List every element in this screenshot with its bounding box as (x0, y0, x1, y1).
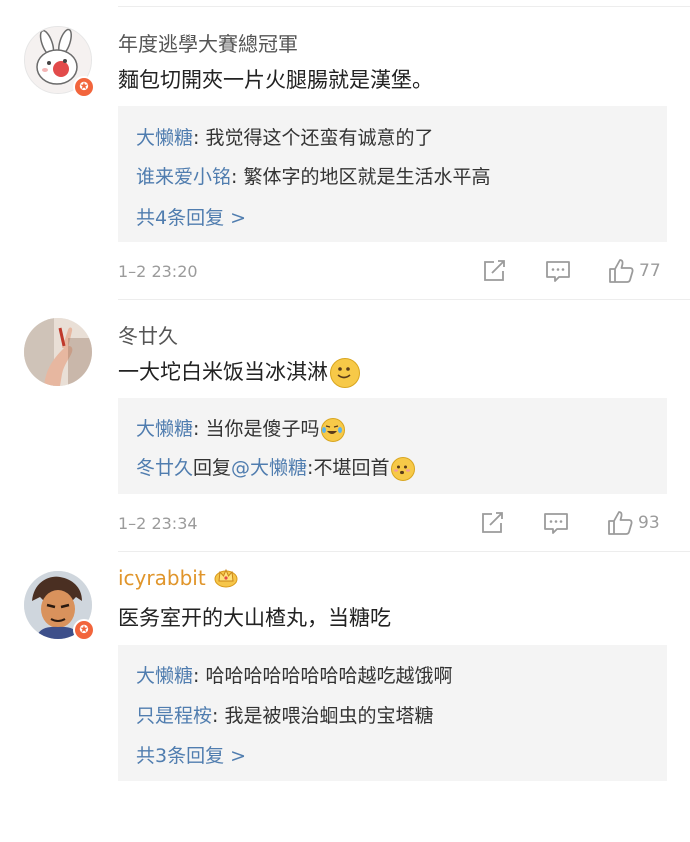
reply-text: : 繁体字的地区就是生活水平高 (231, 166, 491, 188)
comment-button[interactable] (543, 511, 569, 535)
hand-photo-avatar-icon (24, 318, 92, 386)
laugh-cry-emoji-icon (321, 417, 346, 442)
reply-username[interactable]: 谁来爱小铭 (136, 166, 231, 188)
reply-line: 只是程桉: 我是被喂治蛔虫的宝塔糖 (136, 701, 433, 728)
reply-line: 大懒糖: 当你是傻子吗 (136, 414, 346, 442)
username[interactable]: 冬廿久 (118, 320, 178, 349)
reply-line: 冬廿久回复@大懒糖:不堪回首 (136, 453, 416, 481)
reply-box[interactable]: 大懒糖: 当你是傻子吗 冬廿久回复@大懒糖:不堪回首 (118, 398, 667, 494)
share-button[interactable] (480, 511, 506, 535)
comment-text: 医务室开的大山楂丸，当糖吃 (118, 606, 391, 630)
more-replies-link[interactable]: 共3条回复 > (136, 741, 246, 768)
username[interactable]: icyrabbit (118, 566, 238, 590)
comment-button[interactable] (545, 259, 571, 283)
reply-text: : 我是被喂治蛔虫的宝塔糖 (212, 705, 434, 727)
username-text: icyrabbit (118, 566, 206, 590)
reply-username[interactable]: 大懒糖 (136, 127, 193, 149)
share-button[interactable] (482, 259, 508, 283)
smile-emoji-icon (330, 358, 360, 388)
comment-item: ✪ icyrabbit 医务室开的大山楂丸，当糖吃 大懒糖: 哈哈哈哈哈哈哈哈越… (0, 552, 690, 842)
comment-item: ✪ 年度逃學大賽總冠軍 麵包切開夾一片火腿腸就是漢堡。 大懒糖: 我觉得这个还蛮… (0, 0, 690, 300)
verified-badge-icon: ✪ (73, 619, 95, 641)
share-icon (484, 260, 505, 281)
reply-username[interactable]: 大懒糖 (136, 418, 193, 440)
share-icon (482, 512, 503, 533)
comment-item: 冬廿久 一大坨白米饭当冰淇淋 大懒糖: 当你是傻子吗 冬廿久回复@大懒糖:不堪回… (0, 300, 690, 552)
username[interactable]: 年度逃學大賽總冠軍 (118, 28, 298, 57)
like-icon (609, 259, 634, 283)
reply-line: 大懒糖: 我觉得这个还蛮有诚意的了 (136, 123, 433, 150)
timestamp: 1–2 23:34 (118, 514, 198, 533)
reply-text: : 哈哈哈哈哈哈哈哈越吃越饿啊 (193, 665, 453, 687)
avatar[interactable] (24, 318, 92, 386)
reply-username[interactable]: 只是程桉 (136, 705, 212, 727)
comment-text: 一大坨白米饭当冰淇淋 (118, 356, 360, 388)
comment-text: 麵包切開夾一片火腿腸就是漢堡。 (118, 68, 433, 92)
comment-text-content: 一大坨白米饭当冰淇淋 (118, 360, 328, 384)
comment-icon (546, 261, 570, 282)
like-button[interactable]: 77 (607, 257, 661, 285)
comment-icon (544, 513, 568, 534)
like-count: 77 (639, 261, 661, 281)
reply-box[interactable]: 大懒糖: 哈哈哈哈哈哈哈哈越吃越饿啊 只是程桉: 我是被喂治蛔虫的宝塔糖 共3条… (118, 645, 667, 781)
timestamp: 1–2 23:20 (118, 262, 198, 281)
like-icon (608, 511, 633, 535)
reply-verb: 回复 (193, 457, 232, 479)
reply-line: 大懒糖: 哈哈哈哈哈哈哈哈越吃越饿啊 (136, 661, 452, 688)
verified-badge-icon: ✪ (73, 76, 95, 98)
like-button[interactable]: 93 (606, 509, 660, 537)
awkward-emoji-icon (391, 456, 416, 481)
crown-icon (214, 568, 238, 588)
more-replies-link[interactable]: 共4条回复 > (136, 203, 246, 230)
reply-text: : 当你是傻子吗 (193, 418, 320, 440)
reply-username[interactable]: 大懒糖 (136, 665, 193, 687)
reply-line: 谁来爱小铭: 繁体字的地区就是生活水平高 (136, 162, 490, 189)
reply-text: : 我觉得这个还蛮有诚意的了 (193, 127, 434, 149)
reply-username[interactable]: 冬廿久 (136, 457, 193, 479)
reply-mention[interactable]: @大懒糖 (231, 457, 307, 479)
reply-text: :不堪回首 (307, 457, 390, 479)
reply-box[interactable]: 大懒糖: 我觉得这个还蛮有诚意的了 谁来爱小铭: 繁体字的地区就是生活水平高 共… (118, 106, 667, 242)
like-count: 93 (638, 513, 660, 533)
